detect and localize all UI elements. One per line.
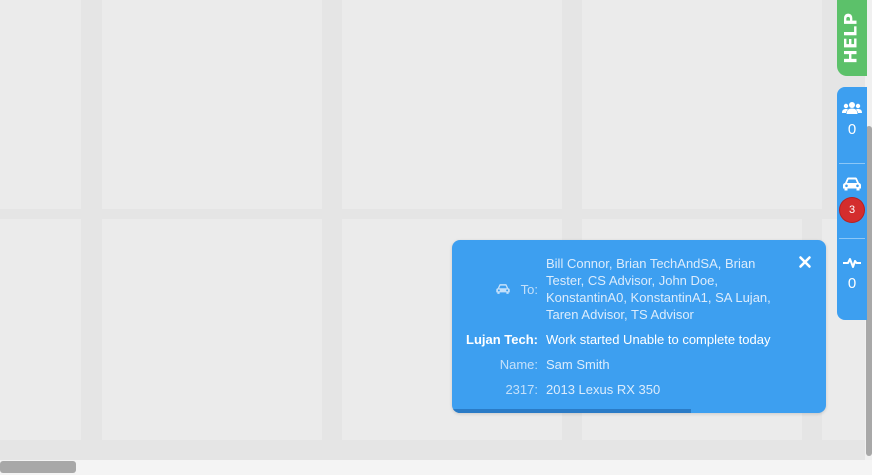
- car-icon: [495, 284, 510, 294]
- board-tile: [102, 219, 322, 440]
- recipients-label: To:: [452, 255, 538, 323]
- car-icon: [843, 177, 861, 191]
- users-counter[interactable]: 0: [837, 101, 867, 138]
- notification-message-row: Lujan Tech: Work started Unable to compl…: [452, 331, 826, 348]
- side-divider: [839, 163, 865, 164]
- heartbeat-icon: [843, 258, 861, 268]
- board-tile: [0, 0, 81, 209]
- board-tile: [342, 0, 562, 209]
- vehicles-counter[interactable]: 3: [837, 176, 867, 222]
- users-count: 0: [847, 121, 857, 138]
- help-tab-button[interactable]: HELP: [837, 0, 867, 76]
- sender-label: Lujan Tech:: [466, 332, 538, 347]
- board-tile: [102, 0, 322, 209]
- vehicle-description: 2013 Lexus RX 350: [546, 382, 661, 397]
- users-icon: [842, 102, 862, 114]
- to-label: To:: [520, 281, 538, 297]
- activity-counter[interactable]: 0: [837, 257, 867, 292]
- board-canvas: HELP 0 3 0 To: Bill Connor, Brian TechAn…: [0, 0, 872, 475]
- board-tile: [582, 0, 822, 209]
- vehicles-badge: 3: [840, 198, 864, 222]
- activity-count: 0: [847, 275, 857, 292]
- notification-recipients-row: To: Bill Connor, Brian TechAndSA, Brian …: [452, 255, 826, 323]
- horizontal-scrollbar-thumb[interactable]: [0, 461, 76, 473]
- recipients-list: Bill Connor, Brian TechAndSA, Brian Test…: [546, 256, 771, 322]
- customer-name: Sam Smith: [546, 357, 610, 372]
- notification-name-row: Name: Sam Smith: [452, 356, 826, 373]
- dismiss-timer-bar: [452, 409, 692, 413]
- side-panel: 0 3 0: [837, 87, 867, 320]
- notification-vehicle-row: 2317: 2013 Lexus RX 350: [452, 381, 826, 398]
- repair-order-label: 2317:: [505, 382, 538, 397]
- side-divider: [839, 238, 865, 239]
- notification-message: Work started Unable to complete today: [546, 332, 771, 347]
- horizontal-scrollbar-track[interactable]: [0, 460, 872, 475]
- dismiss-timer-track: [452, 409, 826, 413]
- notification-toast[interactable]: To: Bill Connor, Brian TechAndSA, Brian …: [452, 240, 826, 413]
- help-tab-label: HELP: [842, 12, 863, 64]
- name-label: Name:: [499, 357, 538, 372]
- board-tile: [0, 219, 81, 440]
